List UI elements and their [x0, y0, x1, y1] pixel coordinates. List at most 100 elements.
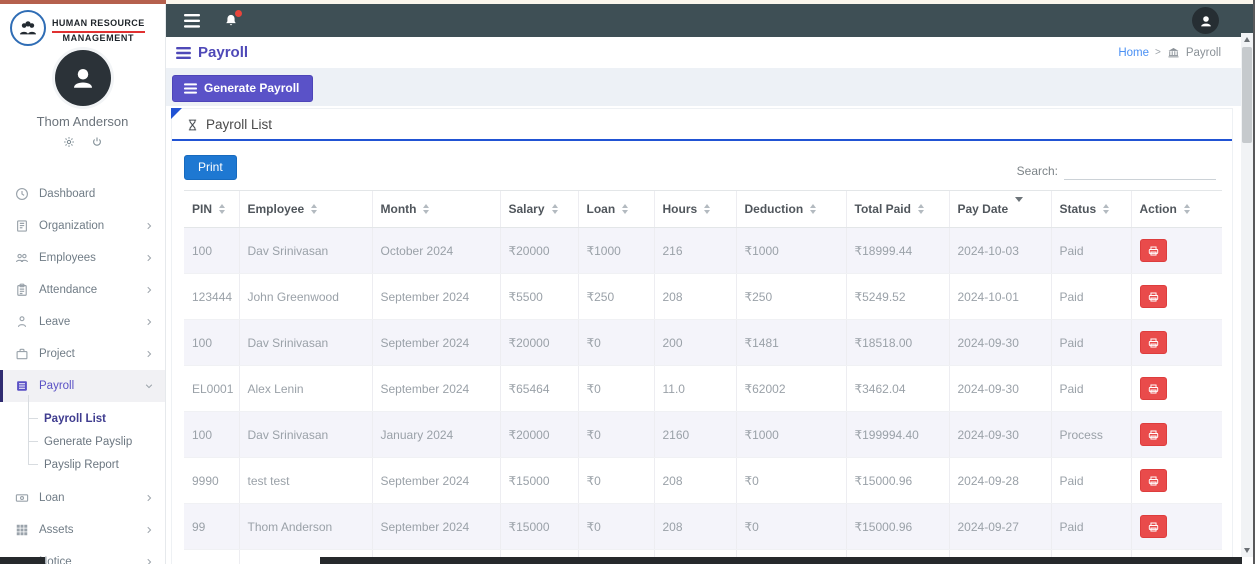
payroll-table-body: 100Dav SrinivasanOctober 2024₹20000₹1000… [184, 228, 1222, 564]
total_paid-cell: ₹15000.96 [846, 458, 949, 504]
sort-desc-icon [1015, 202, 1023, 216]
loan-cell: ₹250 [578, 274, 654, 320]
salary-cell: ₹15000 [500, 504, 578, 550]
deduction-cell: ₹1481 [736, 320, 846, 366]
employee-cell: Dav Srinivasan [239, 320, 372, 366]
scroll-down-arrow[interactable] [1241, 544, 1253, 557]
sidebar-item-loan[interactable]: Loan [0, 482, 165, 514]
scroll-up-arrow[interactable] [1241, 33, 1253, 46]
column-header-hours[interactable]: Hours [654, 191, 736, 228]
profile-block: Thom Anderson [0, 50, 165, 148]
sidebar-item-attendance[interactable]: Attendance [0, 274, 165, 306]
hours-cell: 2160 [654, 412, 736, 458]
total_paid-cell: ₹15000.96 [846, 504, 949, 550]
chevron-down-icon [144, 381, 154, 391]
month-cell: September 2024 [372, 274, 500, 320]
brand-logo[interactable]: HUMAN RESOURCE MANAGEMENT [0, 0, 165, 46]
sidebar-item-payroll[interactable]: Payroll [0, 370, 165, 402]
payroll-table: PINEmployeeMonth Salary Loan Hours Deduction… [184, 190, 1222, 564]
project-icon [15, 347, 29, 361]
pin-cell: 123444 [184, 274, 239, 320]
pin-cell: 100 [184, 228, 239, 274]
sidebar-item-label: Project [39, 348, 75, 360]
employee-cell: test test [239, 458, 372, 504]
deduction-cell: ₹250 [736, 274, 846, 320]
deduction-cell: ₹1000 [736, 412, 846, 458]
sort-icon [918, 204, 924, 214]
row-print-button[interactable] [1140, 239, 1167, 262]
total_paid-cell: ₹3462.04 [846, 366, 949, 412]
action-cell [1131, 366, 1222, 412]
salary-cell: ₹20000 [500, 412, 578, 458]
column-header-employee[interactable]: Employee [239, 191, 372, 228]
column-header-status[interactable]: Status [1051, 191, 1131, 228]
horizontal-scrollbar-left[interactable] [0, 557, 45, 564]
vertical-scrollbar-thumb[interactable] [1242, 47, 1252, 143]
salary-cell: ₹65464 [500, 366, 578, 412]
row-print-button[interactable] [1140, 469, 1167, 492]
month-cell: September 2024 [372, 366, 500, 412]
month-cell: January 2024 [372, 412, 500, 458]
row-print-button[interactable] [1140, 331, 1167, 354]
menu-toggle-icon[interactable] [184, 14, 200, 28]
submenu-item-payslip-report[interactable]: Payslip Report [0, 453, 165, 476]
total_paid-cell: ₹5249.52 [846, 274, 949, 320]
deduction-cell: ₹0 [736, 504, 846, 550]
submenu-item-generate-payslip[interactable]: Generate Payslip [0, 430, 165, 453]
action-cell [1131, 320, 1222, 366]
hours-cell: 200 [654, 320, 736, 366]
column-header-salary[interactable]: Salary [500, 191, 578, 228]
gear-icon[interactable] [63, 136, 75, 148]
sidebar-item-leave[interactable]: Leave [0, 306, 165, 338]
sidebar-item-dashboard[interactable]: Dashboard [0, 178, 165, 210]
column-header-deduction[interactable]: Deduction [736, 191, 846, 228]
profile-actions [0, 136, 165, 148]
navbar-avatar[interactable] [1192, 7, 1219, 34]
organization-icon [15, 219, 29, 233]
power-icon[interactable] [91, 136, 103, 148]
column-header-pin[interactable]: PIN [184, 191, 239, 228]
bell-icon[interactable] [224, 13, 238, 28]
sidebar-item-employees[interactable]: Employees [0, 242, 165, 274]
loan-cell: ₹0 [578, 366, 654, 412]
horizontal-scrollbar-thumb[interactable] [320, 557, 1242, 564]
loan-cell: ₹0 [578, 412, 654, 458]
deduction-cell: ₹0 [736, 458, 846, 504]
column-label: Hours [663, 202, 698, 216]
sidebar-item-organization[interactable]: Organization [0, 210, 165, 242]
vertical-scrollbar[interactable] [1241, 33, 1253, 557]
sort-icon [552, 204, 558, 214]
column-header-month[interactable]: Month [372, 191, 500, 228]
dashboard-icon [15, 187, 29, 201]
deduction-cell: ₹62002 [736, 366, 846, 412]
sidebar-item-label: Employees [39, 252, 96, 264]
sidebar-item-label: Attendance [39, 284, 97, 296]
search-input[interactable] [1064, 161, 1216, 180]
column-header-pay_date[interactable]: Pay Date [949, 191, 1051, 228]
sidebar-item-assets[interactable]: Assets [0, 514, 165, 546]
page-title-wrap: Payroll [176, 44, 248, 61]
payroll-list-card: Payroll List Print Search: PINE [171, 108, 1233, 564]
action-cell [1131, 274, 1222, 320]
column-label: Salary [509, 202, 545, 216]
generate-payroll-button[interactable]: Generate Payroll [172, 75, 313, 102]
row-print-button[interactable] [1140, 377, 1167, 400]
print-button[interactable]: Print [184, 155, 237, 180]
sidebar: HUMAN RESOURCE MANAGEMENT Thom Anderson [0, 0, 166, 564]
employee-cell: Thom Anderson [239, 504, 372, 550]
column-header-total_paid[interactable]: Total Paid [846, 191, 949, 228]
sidebar-item-project[interactable]: Project [0, 338, 165, 370]
employees-icon [15, 251, 29, 265]
chevron-right-icon [144, 221, 154, 231]
column-header-loan[interactable]: Loan [578, 191, 654, 228]
submenu-item-payroll-list[interactable]: Payroll List [0, 407, 165, 430]
column-header-action[interactable]: Action [1131, 191, 1222, 228]
row-print-button[interactable] [1140, 423, 1167, 446]
breadcrumb-home-link[interactable]: Home [1118, 47, 1149, 59]
total_paid-cell: ₹18999.44 [846, 228, 949, 274]
sort-icon [311, 204, 317, 214]
month-cell: September 2024 [372, 458, 500, 504]
profile-avatar[interactable] [55, 50, 111, 106]
row-print-button[interactable] [1140, 285, 1167, 308]
row-print-button[interactable] [1140, 515, 1167, 538]
